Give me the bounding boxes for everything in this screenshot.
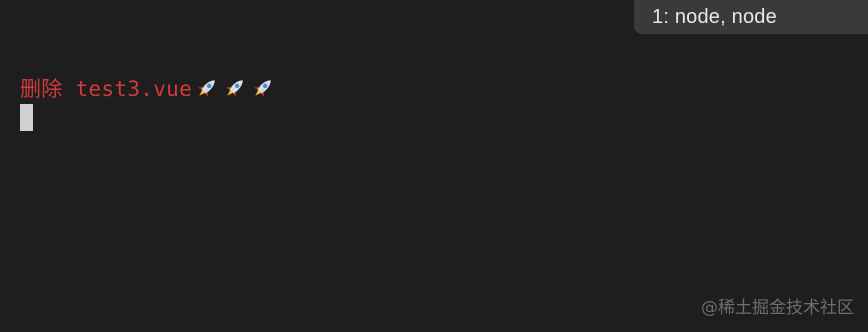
rocket-icon bbox=[254, 80, 271, 97]
rocket-icon bbox=[226, 80, 243, 97]
terminal-panel[interactable]: 1: node, node 删除 test3.vue @稀土掘金技术社区 bbox=[0, 0, 868, 332]
output-message: 删除 test3.vue bbox=[20, 77, 193, 101]
terminal-cursor bbox=[20, 104, 33, 131]
rocket-icon bbox=[198, 80, 215, 97]
terminal-tab-label: 1: node, node bbox=[652, 5, 777, 28]
terminal-output-line: 删除 test3.vue bbox=[20, 74, 276, 102]
terminal-tab-selector[interactable]: 1: node, node bbox=[634, 0, 868, 34]
watermark: @稀土掘金技术社区 bbox=[701, 298, 854, 318]
rocket-icons bbox=[192, 75, 276, 101]
